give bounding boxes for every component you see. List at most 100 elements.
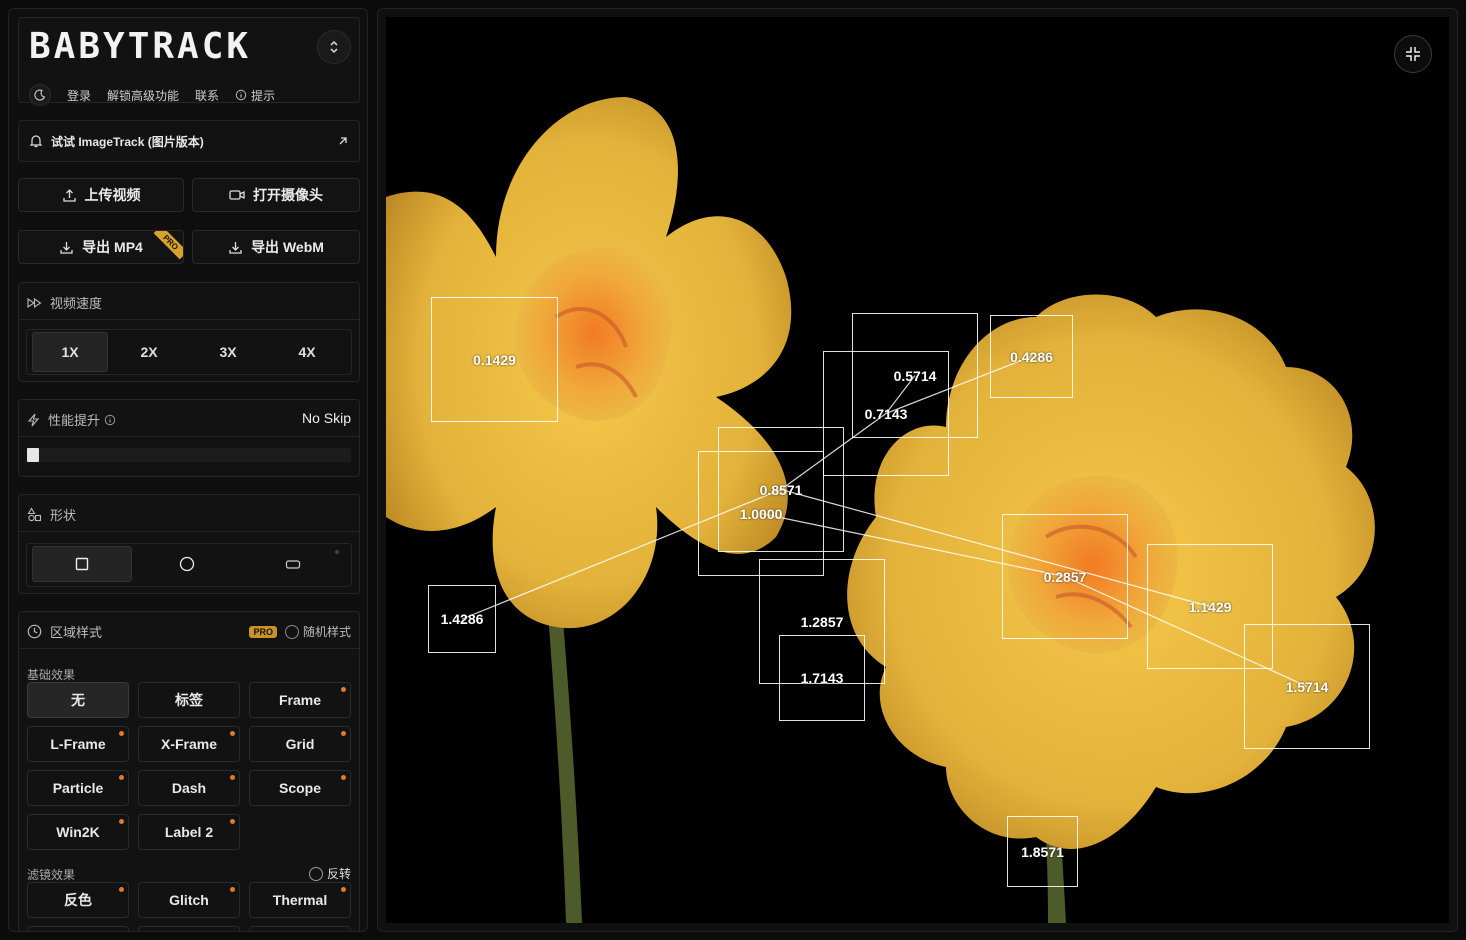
moon-icon — [34, 89, 46, 101]
speed-header: 视频速度 — [27, 293, 102, 312]
random-style-control: PRO 随机样式 — [249, 623, 351, 640]
tracking-box-label: 1.8571 — [1021, 843, 1064, 860]
video-stage[interactable]: 0.1429 0.5714 0.7143 0.4286 0.8571 1.0000 0.28… — [386, 17, 1449, 923]
region-style-panel: 区域样式 PRO 随机样式 基础效果 无 标签 Frame L-Frame X-… — [18, 611, 360, 931]
random-style-checkbox[interactable] — [284, 624, 299, 639]
locked-dot — [335, 550, 339, 554]
upload-video-label: 上传视频 — [84, 187, 141, 203]
shape-option-rounded-rectangle[interactable] — [243, 546, 343, 582]
effect-scope-button[interactable]: Scope — [249, 770, 351, 806]
export-mp4-button[interactable]: 导出 MP4 PRO — [18, 230, 184, 264]
effect-button-partial[interactable] — [249, 926, 351, 931]
shape-option-square[interactable] — [32, 546, 132, 582]
filter-invert-color-button[interactable]: 反色 — [27, 882, 129, 918]
effect-label: Scope — [278, 780, 321, 796]
effect-particle-button[interactable]: Particle — [27, 770, 129, 806]
upload-video-button[interactable]: 上传视频 — [18, 178, 184, 212]
lightning-icon — [27, 413, 40, 426]
effect-none-button[interactable]: 无 — [27, 682, 129, 718]
shape-option-circle[interactable] — [137, 546, 237, 582]
effect-l-frame-button[interactable]: L-Frame — [27, 726, 129, 762]
pro-dot — [230, 819, 235, 824]
login-link[interactable]: 登录 — [67, 87, 91, 104]
divider — [19, 648, 359, 649]
pro-dot — [341, 731, 346, 736]
effect-label-button[interactable]: 标签 — [138, 682, 240, 718]
pro-badge: PRO — [249, 625, 277, 638]
export-webm-label: 导出 WebM — [251, 239, 324, 255]
effect-label: 无 — [71, 692, 85, 708]
tips-label: 提示 — [251, 88, 276, 103]
theme-toggle-button[interactable] — [29, 84, 51, 106]
performance-header: 性能提升 — [27, 410, 124, 429]
video-viewer: 0.1429 0.5714 0.7143 0.4286 0.8571 1.0000 0.28… — [377, 8, 1458, 932]
export-webm-button[interactable]: 导出 WebM — [192, 230, 360, 264]
effect-label: 反色 — [64, 892, 92, 908]
basic-effects-title: 基础效果 — [27, 668, 76, 682]
brand-panel: BABYTRACK 登录 解锁高级功能 联系 提示 — [18, 17, 360, 106]
imagetrack-promo[interactable]: 试试 ImageTrack (图片版本) — [18, 120, 360, 162]
filter-effects-title: 滤镜效果 — [27, 868, 76, 882]
divider — [19, 531, 359, 532]
pro-dot — [341, 887, 346, 892]
download-icon — [60, 241, 73, 254]
speed-option-1x[interactable]: 1X — [32, 332, 108, 372]
export-mp4-label: 导出 MP4 — [82, 239, 143, 255]
tracking-box-label: 0.7143 — [864, 405, 908, 422]
bell-icon — [29, 135, 43, 148]
divider — [19, 319, 359, 320]
speed-option-2x[interactable]: 2X — [111, 332, 187, 372]
shapes-icon — [27, 507, 42, 522]
effect-label: Dash — [171, 780, 207, 796]
filter-glitch-button[interactable]: Glitch — [138, 882, 240, 918]
effect-label: 标签 — [175, 692, 203, 708]
invert-control: 反转 — [308, 865, 351, 882]
track-boxes-layer: 0.1429 0.5714 0.7143 0.4286 0.8571 1.0000 0.28… — [386, 17, 1449, 923]
pro-dot — [119, 819, 124, 824]
open-camera-button[interactable]: 打开摄像头 — [192, 178, 360, 212]
effect-label-2-button[interactable]: Label 2 — [138, 814, 240, 850]
unlock-link[interactable]: 解锁高级功能 — [107, 87, 179, 104]
shape-segment-group — [26, 543, 352, 587]
effect-label: X-Frame — [160, 736, 218, 752]
invert-checkbox[interactable] — [308, 866, 323, 881]
circle-icon — [179, 556, 195, 572]
tips-link[interactable]: 提示 — [235, 87, 275, 104]
effect-grid-button[interactable]: Grid — [249, 726, 351, 762]
speed-panel: 视频速度 1X 2X 3X 4X — [18, 282, 360, 382]
exit-fullscreen-button[interactable] — [1394, 35, 1432, 73]
filter-thermal-button[interactable]: Thermal — [249, 882, 351, 918]
effect-dash-button[interactable]: Dash — [138, 770, 240, 806]
open-camera-label: 打开摄像头 — [253, 187, 323, 203]
effect-button-partial[interactable] — [27, 926, 129, 931]
pro-dot — [230, 887, 235, 892]
effect-label: L-Frame — [50, 736, 106, 752]
tracking-box-label: 1.7143 — [800, 670, 844, 686]
effect-label: Frame — [278, 692, 322, 708]
speed-option-4x[interactable]: 4X — [269, 332, 345, 372]
effect-label: Glitch — [169, 892, 209, 908]
contact-link[interactable]: 联系 — [195, 87, 219, 104]
chevron-up-down-icon — [330, 40, 338, 54]
upload-icon — [62, 188, 76, 202]
speed-segment-group: 1X 2X 3X 4X — [26, 329, 352, 375]
slider-thumb[interactable] — [27, 448, 39, 462]
speed-option-3x[interactable]: 3X — [190, 332, 266, 372]
performance-slider[interactable] — [27, 448, 351, 462]
speed-title: 视频速度 — [50, 296, 103, 311]
performance-panel: 性能提升 No Skip — [18, 399, 360, 477]
effect-button-partial[interactable] — [138, 926, 240, 931]
tracking-box-label: 1.5714 — [1285, 678, 1329, 695]
tracking-box-label: 1.2857 — [800, 613, 844, 630]
effect-win2k-button[interactable]: Win2K — [27, 814, 129, 850]
tracking-box-label: 0.1429 — [473, 351, 516, 368]
tracking-box-label: 0.4286 — [1010, 348, 1053, 365]
shape-title: 形状 — [50, 508, 77, 523]
region-style-header: 区域样式 — [27, 622, 102, 641]
effect-label: Label 2 — [164, 824, 214, 840]
effect-x-frame-button[interactable]: X-Frame — [138, 726, 240, 762]
effect-frame-button[interactable]: Frame — [249, 682, 351, 718]
clock-icon — [27, 624, 42, 639]
rounded-rectangle-icon — [285, 560, 301, 569]
collapse-toggle-button[interactable] — [317, 30, 351, 64]
